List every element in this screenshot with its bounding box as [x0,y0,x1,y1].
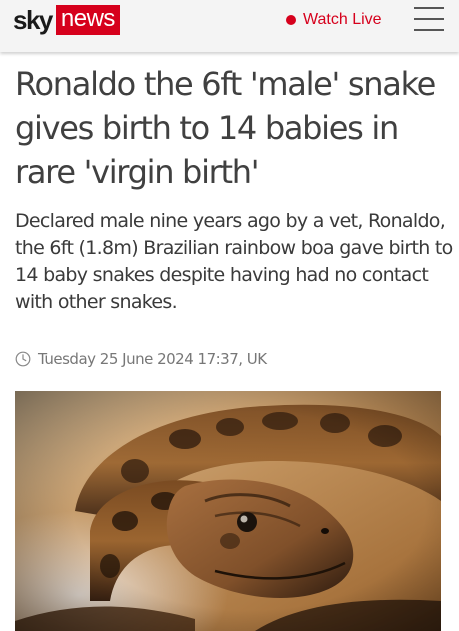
published-date: Tuesday 25 June 2024 17:37, UK [38,350,267,368]
hamburger-menu-icon[interactable] [414,7,444,31]
clock-icon [15,351,31,367]
watch-live-label: Watch Live [303,11,382,28]
watch-live-button[interactable]: Watch Live [286,9,382,31]
article-headline: Ronaldo the 6ft 'male' snake gives birth… [15,65,436,191]
article-standfirst: Declared male nine years ago by a vet, R… [15,210,453,313]
snake-photo [15,391,441,631]
site-header: sky news Watch Live [0,0,459,52]
logo-sky-wordmark: sky [13,5,53,35]
article-date: Tuesday 25 June 2024 17:37, UK [15,348,267,370]
logo-news-wordmark: news [55,5,120,35]
sky-news-logo[interactable]: sky news [13,4,120,36]
hero-image[interactable] [15,391,441,631]
live-dot-icon [286,15,296,25]
